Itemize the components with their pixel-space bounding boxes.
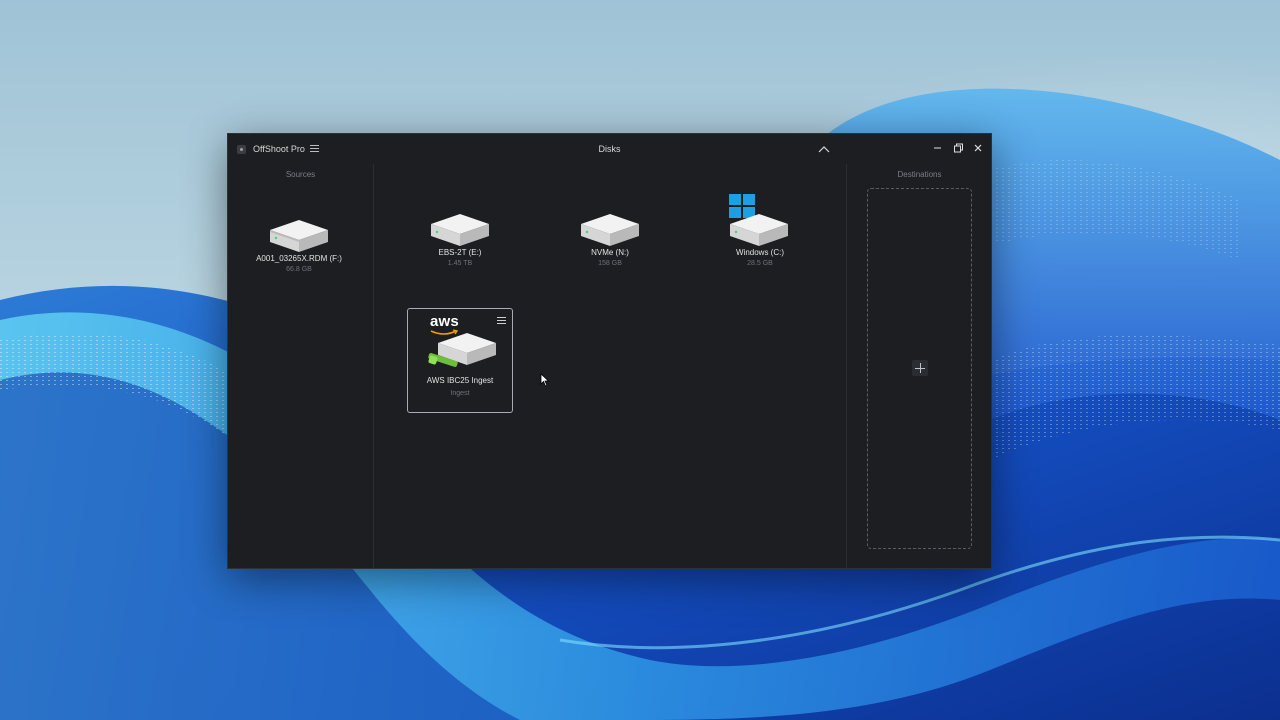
title-bar[interactable]: OffShoot Pro Disks [228,134,991,164]
destinations-panel: Destinations [846,164,992,568]
destinations-label: Destinations [897,170,942,179]
aws-logo-text: aws [430,313,459,330]
sources-panel: Sources A001_03265X.RDM (F:) 66.8 GB [228,164,374,568]
aws-smile-icon [430,329,459,335]
card-menu-icon[interactable] [497,317,506,325]
close-icon[interactable] [971,141,985,155]
chevron-up-icon[interactable] [817,143,831,155]
windows-drive-icon [729,194,788,246]
destination-dropzone[interactable] [867,188,972,549]
disk-name: A001_03265X.RDM (F:) [256,254,342,263]
disk-size: 28.5 GB [747,260,773,267]
hard-drive-icon [581,214,639,246]
offshoot-window: OffShoot Pro Disks Sources A001_03265X.R… [227,133,992,569]
disk-size: 66.8 GB [286,266,312,273]
restore-icon[interactable] [951,141,965,155]
disk-name: EBS-2T (E:) [438,248,482,257]
disk-nvme[interactable]: NVMe (N:) 158 GB [555,210,665,267]
windows-logo-icon [729,194,755,218]
aws-ingest-subtitle: Ingest [450,390,470,397]
minimize-icon[interactable] [931,141,945,155]
mouse-cursor-icon [540,373,550,387]
hard-drive-icon [431,214,489,246]
disk-size: 158 GB [598,260,622,267]
sources-label: Sources [285,170,316,179]
disk-ebs-2t[interactable]: EBS-2T (E:) 1.45 TB [405,210,515,267]
aws-ingest-card[interactable]: aws AWS IBC25 Ingest Ingest [407,308,513,413]
view-title: Disks [598,144,621,154]
disk-name: Windows (C:) [735,248,784,257]
disk-name: NVMe (N:) [591,248,629,257]
disk-size: 1.45 TB [447,260,473,267]
source-disk[interactable]: A001_03265X.RDM (F:) 66.8 GB [244,216,354,273]
hard-drive-icon [270,220,328,252]
plus-icon[interactable] [912,360,928,376]
disk-windows[interactable]: Windows (C:) 28.5 GB [705,192,815,267]
aws-ingest-name: AWS IBC25 Ingest [426,376,494,385]
